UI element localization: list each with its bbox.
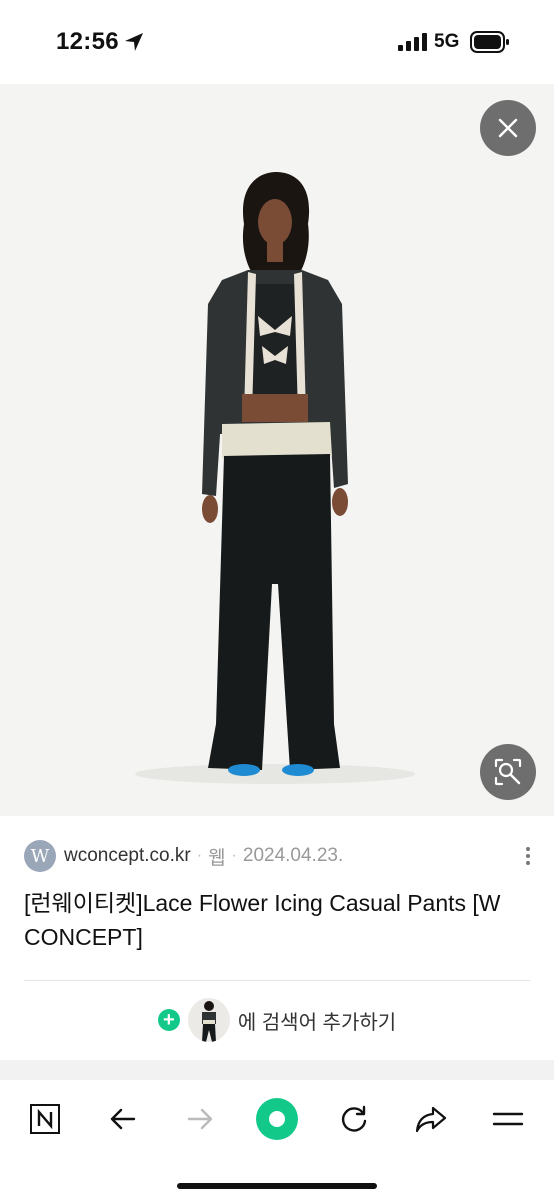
- green-dot-button[interactable]: [254, 1096, 300, 1142]
- back-arrow-icon: [110, 1108, 136, 1130]
- forward-button[interactable]: [177, 1096, 223, 1142]
- product-photo: [0, 84, 554, 816]
- more-options-icon[interactable]: [520, 844, 536, 870]
- meta-separator: ·: [196, 847, 203, 864]
- site-domain[interactable]: wconcept.co.kr: [64, 845, 191, 867]
- image-thumbnail: [187, 998, 230, 1042]
- divider: [24, 980, 530, 981]
- image-viewer[interactable]: [0, 84, 554, 816]
- result-title[interactable]: [런웨이티켓]Lace Flower Icing Casual Pants [W…: [24, 886, 530, 954]
- status-bar: 12:56 5G: [0, 0, 554, 84]
- back-button[interactable]: [100, 1096, 146, 1142]
- share-icon: [415, 1106, 447, 1133]
- refresh-button[interactable]: [331, 1096, 377, 1142]
- close-button[interactable]: [480, 100, 536, 156]
- source-row[interactable]: W wconcept.co.kr · 웹 · 2024.04.23.: [24, 840, 343, 872]
- share-button[interactable]: [408, 1096, 454, 1142]
- close-icon: [498, 118, 518, 138]
- result-date: 2024.04.23.: [242, 845, 344, 866]
- meta-separator: ·: [231, 847, 237, 864]
- image-search-icon: [494, 758, 522, 786]
- plus-icon: +: [157, 1009, 180, 1031]
- green-dot-icon: [256, 1098, 298, 1140]
- menu-button[interactable]: [485, 1096, 531, 1142]
- refresh-icon: [341, 1105, 367, 1132]
- result-info: W wconcept.co.kr · 웹 · 2024.04.23. [런웨이티…: [0, 816, 554, 1060]
- network-type: 5G: [434, 31, 460, 52]
- result-type: 웹: [208, 847, 226, 869]
- naver-home-button[interactable]: [22, 1096, 68, 1142]
- image-search-button[interactable]: [480, 744, 536, 800]
- home-indicator: [177, 1183, 377, 1189]
- section-gap: [0, 1060, 554, 1080]
- menu-icon: [492, 1112, 524, 1126]
- forward-arrow-icon: [187, 1108, 213, 1130]
- add-to-search-label: 에 검색어 추가하기: [237, 1011, 397, 1034]
- browser-toolbar: [0, 1080, 554, 1200]
- status-time: 12:56: [56, 28, 119, 55]
- naver-home-icon: [30, 1104, 60, 1134]
- battery-icon: [470, 31, 509, 53]
- site-favicon: W: [24, 840, 56, 872]
- location-arrow-icon: [125, 33, 143, 51]
- add-to-search-button[interactable]: + 에 검색어 추가하기: [0, 994, 554, 1046]
- signal-icon: [398, 33, 427, 51]
